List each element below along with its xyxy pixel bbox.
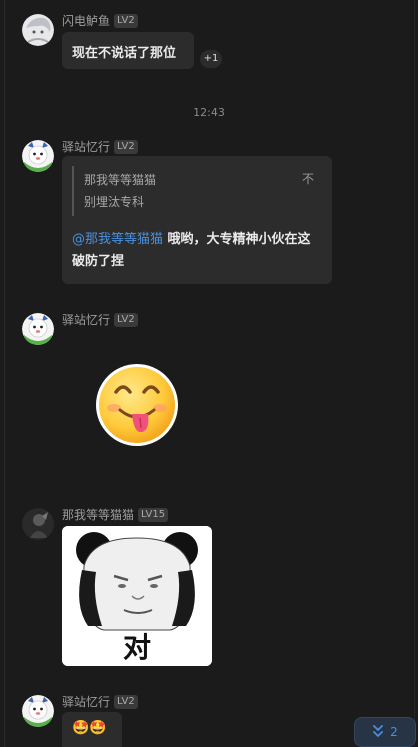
tongue-emoji-sticker[interactable] — [94, 362, 180, 448]
avatar[interactable] — [22, 14, 54, 46]
level-badge: LV2 — [114, 139, 138, 154]
avatar[interactable] — [22, 313, 54, 345]
quote-trailing-text: 不 — [301, 172, 314, 186]
message-text: 现在不说话了那位 — [72, 46, 177, 61]
message-3: 驿站忆行 LV2 — [22, 311, 402, 353]
avatar[interactable] — [22, 695, 54, 727]
mention-link[interactable]: @那我等等猫猫 — [72, 232, 163, 247]
level-badge: LV2 — [114, 13, 138, 28]
timestamp: 12:43 — [193, 106, 225, 119]
panda-meme-sticker[interactable]: 对 — [62, 526, 212, 666]
avatar[interactable] — [22, 140, 54, 172]
new-message-count: 2 — [390, 725, 398, 739]
reaction-badge[interactable]: +1 — [200, 50, 222, 68]
sender-name[interactable]: 闪电鲈鱼 — [62, 12, 110, 29]
quoted-text: 别埋汰专科 — [84, 195, 145, 209]
double-chevron-down-icon — [372, 724, 384, 741]
quoted-sender: 那我等等猫猫 — [84, 173, 157, 187]
quoted-message[interactable]: 那我等等猫猫 别埋汰专科 不 — [72, 166, 324, 216]
level-badge: LV2 — [114, 312, 138, 327]
avatar[interactable] — [22, 508, 54, 540]
message-bubble[interactable]: 🤩🤩 — [62, 712, 122, 747]
scroll-to-new-messages-button[interactable]: 2 — [354, 717, 416, 747]
level-badge: LV15 — [138, 507, 169, 522]
reply-bubble[interactable]: 那我等等猫猫 别埋汰专科 不 @那我等等猫猫 哦哟，大专精神小伙在这破防了捏 — [62, 156, 332, 284]
message-bubble[interactable]: 现在不说话了那位 — [62, 32, 194, 69]
sender-name[interactable]: 驿站忆行 — [62, 311, 110, 328]
sender-name[interactable]: 那我等等猫猫 — [62, 506, 134, 523]
message-text: 🤩🤩 — [72, 720, 107, 736]
sender-name[interactable]: 驿站忆行 — [62, 138, 110, 155]
sticker-caption: 对 — [122, 631, 151, 664]
level-badge: LV2 — [114, 694, 138, 709]
reply-text: @那我等等猫猫 哦哟，大专精神小伙在这破防了捏 — [72, 229, 322, 273]
sender-name[interactable]: 驿站忆行 — [62, 693, 110, 710]
